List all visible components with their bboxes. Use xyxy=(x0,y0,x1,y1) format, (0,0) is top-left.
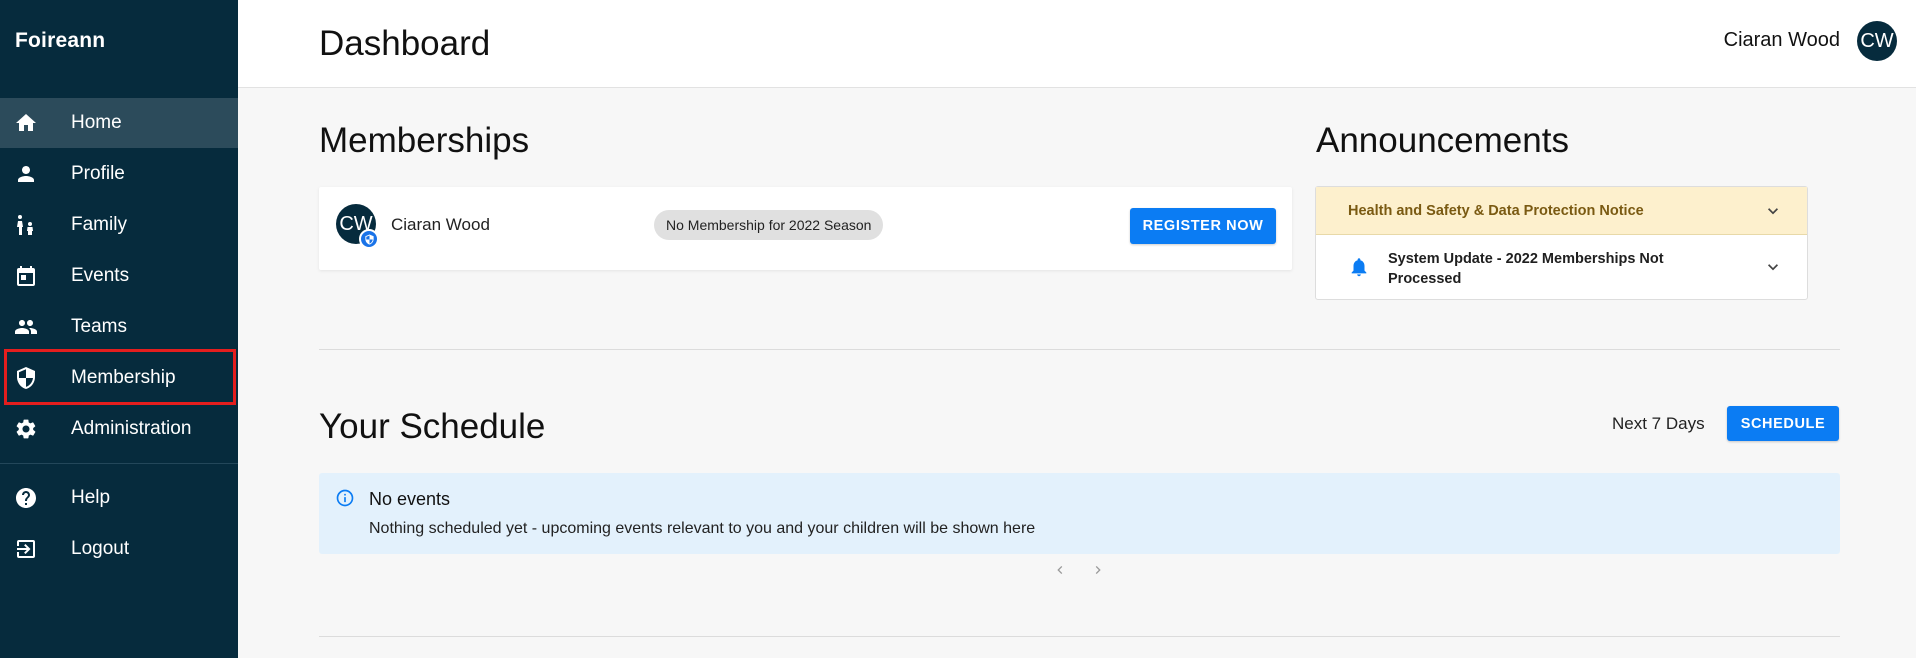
family-icon xyxy=(14,213,38,237)
membership-card: CW Ciaran Wood No Membership for 2022 Se… xyxy=(319,187,1292,270)
announcements-title: Announcements xyxy=(1316,121,1569,160)
bell-icon xyxy=(1348,256,1370,278)
section-divider xyxy=(319,636,1840,637)
sidebar-item-label: Membership xyxy=(71,367,176,388)
previous-page-icon[interactable] xyxy=(1052,561,1068,579)
person-icon xyxy=(14,162,38,186)
sidebar-item-label: Administration xyxy=(71,418,192,439)
alert-title: No events xyxy=(369,489,451,509)
sidebar-divider xyxy=(0,463,238,464)
sidebar-item-label: Family xyxy=(71,214,127,235)
page-title: Dashboard xyxy=(319,24,491,63)
top-bar: Dashboard Ciaran Wood CW xyxy=(238,0,1916,88)
sidebar-item-label: Help xyxy=(71,487,111,508)
info-icon xyxy=(335,488,355,508)
sidebar-item-label: Home xyxy=(71,112,122,133)
help-icon xyxy=(14,486,38,510)
home-icon xyxy=(14,111,38,135)
announcements-panel: Health and Safety & Data Protection Noti… xyxy=(1315,186,1808,300)
no-events-alert: No events Nothing scheduled yet - upcomi… xyxy=(319,473,1840,554)
register-now-button[interactable]: REGISTER NOW xyxy=(1130,208,1276,244)
sidebar-item-membership[interactable]: Membership xyxy=(0,353,238,403)
sidebar-item-logout[interactable]: Logout xyxy=(0,524,238,574)
sidebar-item-label: Events xyxy=(71,265,130,286)
shield-badge-icon xyxy=(359,229,379,249)
next-page-icon[interactable] xyxy=(1090,561,1106,579)
sidebar-item-label: Logout xyxy=(71,538,130,559)
sidebar-item-label: Profile xyxy=(71,163,125,184)
brand-logo[interactable]: Foireann xyxy=(15,29,105,53)
sidebar-item-family[interactable]: Family xyxy=(0,200,238,250)
sidebar-item-label: Teams xyxy=(71,316,127,337)
sidebar-item-profile[interactable]: Profile xyxy=(0,149,238,199)
schedule-title: Your Schedule xyxy=(319,407,546,446)
sidebar-item-teams[interactable]: Teams xyxy=(0,302,238,352)
status-badge: No Membership for 2022 Season xyxy=(654,210,884,240)
section-divider xyxy=(319,349,1840,350)
logout-icon xyxy=(14,537,38,561)
memberships-title: Memberships xyxy=(319,121,530,160)
sidebar-item-home[interactable]: Home xyxy=(0,98,238,148)
sidebar-item-events[interactable]: Events xyxy=(0,251,238,301)
calendar-icon xyxy=(14,264,38,288)
sidebar-item-help[interactable]: Help xyxy=(0,473,238,523)
group-icon xyxy=(14,315,38,339)
announcement-title: Health and Safety & Data Protection Noti… xyxy=(1348,203,1644,219)
chevron-down-icon[interactable] xyxy=(1763,257,1783,277)
sidebar: Foireann Home Profile Family Events Team… xyxy=(0,0,238,658)
avatar[interactable]: CW xyxy=(1857,21,1897,61)
announcement-item[interactable]: Health and Safety & Data Protection Noti… xyxy=(1316,187,1807,235)
alert-message: Nothing scheduled yet - upcoming events … xyxy=(369,520,1036,537)
sidebar-item-administration[interactable]: Administration xyxy=(0,404,238,454)
schedule-range-label: Next 7 Days xyxy=(1612,414,1705,433)
member-name: Ciaran Wood xyxy=(391,215,490,234)
chevron-down-icon[interactable] xyxy=(1763,201,1783,221)
shield-icon xyxy=(14,366,38,390)
announcement-title: System Update - 2022 Memberships Not Pro… xyxy=(1388,251,1664,287)
gear-icon xyxy=(14,417,38,441)
schedule-button[interactable]: SCHEDULE xyxy=(1727,406,1839,441)
user-name[interactable]: Ciaran Wood xyxy=(1724,29,1840,52)
